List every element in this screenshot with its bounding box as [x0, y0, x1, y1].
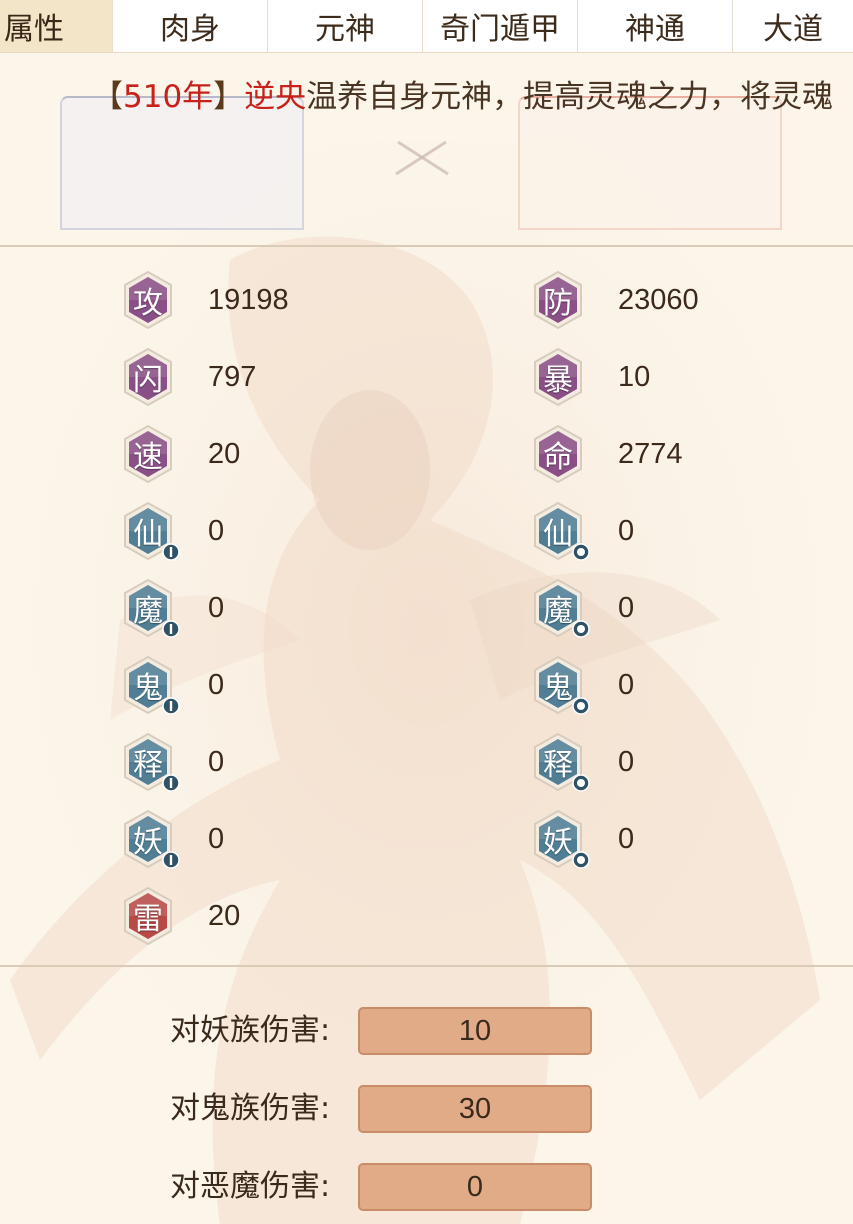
immortal-attack-icon[interactable]: 仙 — [122, 501, 180, 561]
stat-glyph: 速 — [133, 440, 163, 475]
stat-row-right-7: 妖0 — [532, 809, 634, 869]
divider — [0, 245, 853, 247]
stat-glyph: 命 — [543, 440, 573, 475]
attack-marker-icon — [162, 774, 180, 792]
attack-icon[interactable]: 攻 — [122, 270, 174, 330]
ghost-defense-icon[interactable]: 鬼 — [532, 655, 590, 715]
stat-value: 0 — [208, 668, 225, 701]
defense-marker-icon — [572, 851, 590, 869]
thunder-icon[interactable]: 雷 — [122, 886, 174, 946]
stat-value: 0 — [208, 514, 225, 547]
damage-value-demon: 0 — [358, 1163, 592, 1211]
stat-glyph: 攻 — [133, 286, 163, 321]
damage-label-ghost: 对鬼族伤害: — [170, 1091, 331, 1126]
stat-glyph: 闪 — [133, 363, 163, 398]
stat-value: 10 — [618, 360, 651, 393]
stat-value: 0 — [618, 822, 635, 855]
defense-icon[interactable]: 防 — [532, 270, 584, 330]
defense-marker-icon — [572, 543, 590, 561]
demon-defense-icon[interactable]: 魔 — [532, 578, 590, 638]
stat-row-left-2: 速 20 — [122, 424, 240, 484]
stat-row-right-4: 魔0 — [532, 578, 634, 638]
stat-row-left-1: 闪 797 — [122, 347, 256, 407]
damage-value-monster: 10 — [358, 1007, 592, 1055]
health-icon[interactable]: 命 — [532, 424, 584, 484]
buddha-defense-icon[interactable]: 释 — [532, 732, 590, 792]
defense-marker-icon — [572, 620, 590, 638]
stat-glyph: 防 — [543, 286, 573, 321]
stat-row-left-4: 魔0 — [122, 578, 224, 638]
immortal-defense-icon[interactable]: 仙 — [532, 501, 590, 561]
log-character-name: 逆央 — [244, 79, 307, 115]
tab-qimen-dunjia[interactable]: 奇门遁甲 — [423, 0, 578, 52]
stat-row-right-2: 命 2774 — [532, 424, 683, 484]
buddha-attack-icon[interactable]: 释 — [122, 732, 180, 792]
log-year: 510年 — [123, 79, 214, 115]
stat-value: 0 — [208, 591, 225, 624]
stat-value: 20 — [208, 437, 241, 470]
stat-row-right-1: 暴 10 — [532, 347, 650, 407]
log-open-bracket: 【 — [92, 79, 123, 115]
tab-divine-abilities[interactable]: 神通 — [578, 0, 733, 52]
tab-great-dao[interactable]: 大道 — [733, 0, 853, 52]
stat-value: 0 — [208, 745, 225, 778]
tab-bar: 属性 肉身 元神 奇门遁甲 神通 大道 — [0, 0, 853, 53]
stat-value: 0 — [618, 668, 635, 701]
stat-value: 0 — [618, 591, 635, 624]
log-text: 温养自身元神，提高灵魂之力，将灵魂 — [306, 79, 834, 115]
stat-row-left-7: 妖0 — [122, 809, 224, 869]
critical-icon[interactable]: 暴 — [532, 347, 584, 407]
stat-glyph: 雷 — [133, 902, 163, 937]
dodge-icon[interactable]: 闪 — [122, 347, 174, 407]
stat-row-right-5: 鬼0 — [532, 655, 634, 715]
log-message: 【510年】逆央温养自身元神，提高灵魂之力，将灵魂 — [0, 54, 853, 140]
tab-attributes[interactable]: 属性 — [0, 0, 113, 52]
stat-row-right-0: 防 23060 — [532, 270, 699, 330]
stat-value: 2774 — [618, 437, 683, 470]
monster-defense-icon[interactable]: 妖 — [532, 809, 590, 869]
demon-attack-icon[interactable]: 魔 — [122, 578, 180, 638]
defense-marker-icon — [572, 774, 590, 792]
stat-row-right-3: 仙0 — [532, 501, 634, 561]
stat-value: 23060 — [618, 283, 699, 316]
divider — [0, 965, 853, 967]
stat-value: 20 — [208, 899, 241, 932]
stat-value: 19198 — [208, 283, 289, 316]
attack-marker-icon — [162, 620, 180, 638]
stat-value: 797 — [208, 360, 257, 393]
stat-glyph: 暴 — [543, 363, 573, 398]
tab-body[interactable]: 肉身 — [113, 0, 268, 52]
damage-label-demon: 对恶魔伤害: — [170, 1169, 331, 1204]
stat-value: 0 — [618, 514, 635, 547]
attack-marker-icon — [162, 697, 180, 715]
stat-value: 0 — [618, 745, 635, 778]
attack-marker-icon — [162, 543, 180, 561]
tab-soul[interactable]: 元神 — [268, 0, 423, 52]
stat-row-left-8: 雷 20 — [122, 886, 240, 946]
stat-row-left-5: 鬼0 — [122, 655, 224, 715]
stat-row-left-6: 释0 — [122, 732, 224, 792]
stat-row-left-0: 攻 19198 — [122, 270, 289, 330]
defense-marker-icon — [572, 697, 590, 715]
attack-marker-icon — [162, 851, 180, 869]
stat-value: 0 — [208, 822, 225, 855]
damage-label-monster: 对妖族伤害: — [170, 1013, 331, 1048]
log-close-bracket: 】 — [213, 79, 245, 115]
ghost-attack-icon[interactable]: 鬼 — [122, 655, 180, 715]
stat-row-right-6: 释0 — [532, 732, 634, 792]
monster-attack-icon[interactable]: 妖 — [122, 809, 180, 869]
stat-row-left-3: 仙0 — [122, 501, 224, 561]
crossed-swords-icon — [395, 140, 449, 176]
speed-icon[interactable]: 速 — [122, 424, 174, 484]
damage-value-ghost: 30 — [358, 1085, 592, 1133]
